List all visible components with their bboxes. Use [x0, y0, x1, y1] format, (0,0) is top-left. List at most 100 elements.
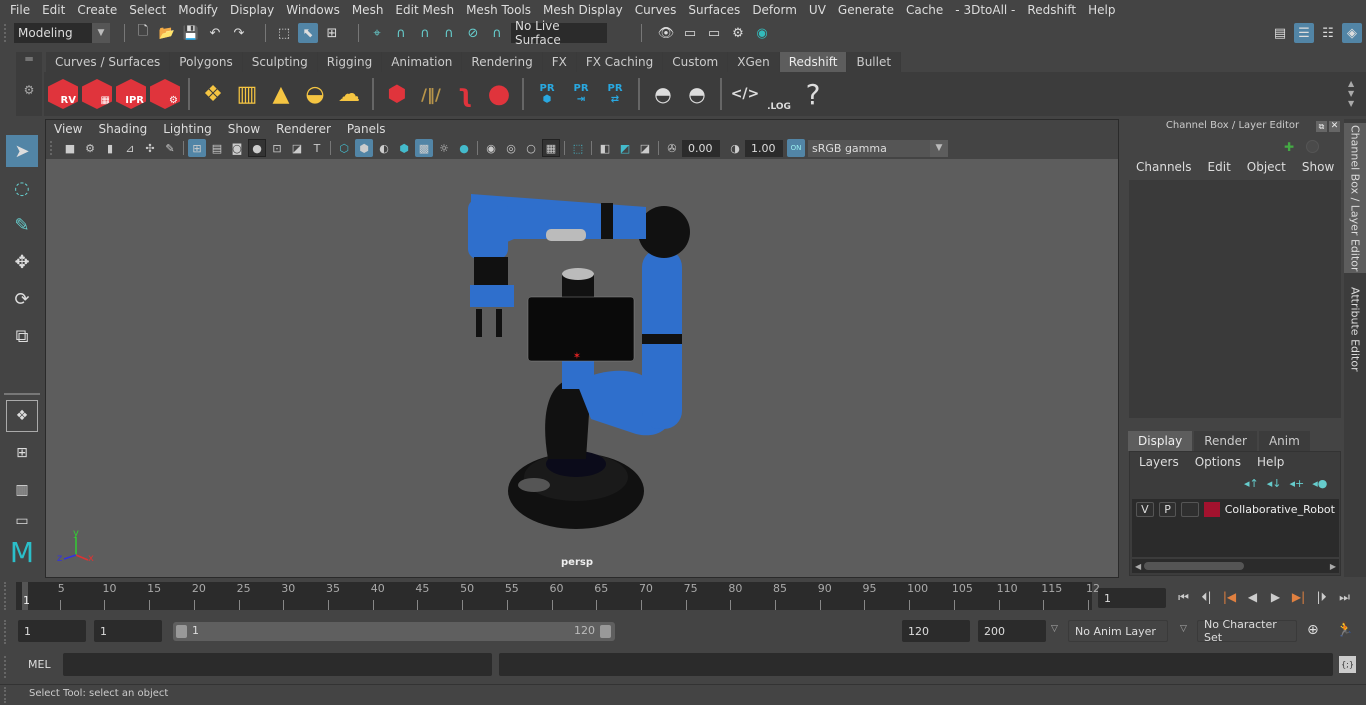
- depth-of-field-icon[interactable]: ▦: [542, 139, 560, 157]
- animation-prefs-icon[interactable]: 🏃: [1336, 622, 1353, 638]
- shelf-tab-redshift[interactable]: Redshift: [779, 52, 848, 72]
- start-time-field[interactable]: 1: [18, 620, 86, 642]
- step-back-frame-button[interactable]: ⏴|: [1195, 588, 1218, 606]
- menu-3dtoall[interactable]: - 3DtoAll -: [949, 3, 1021, 17]
- rs-script-button[interactable]: </>: [729, 76, 761, 112]
- layer-tab-render[interactable]: Render: [1194, 431, 1257, 451]
- rs-proxy-button[interactable]: ⬢: [381, 76, 413, 112]
- render-settings-icon[interactable]: ⚙: [728, 23, 748, 43]
- layer-playback-toggle[interactable]: P: [1158, 502, 1177, 517]
- paint-select-tool-button[interactable]: ✎: [6, 209, 38, 241]
- select-object-icon[interactable]: ⬉: [298, 23, 318, 43]
- menu-help[interactable]: Help: [1082, 3, 1121, 17]
- shelf-tab-fx[interactable]: FX: [542, 52, 577, 72]
- layer-visibility-toggle[interactable]: V: [1136, 502, 1154, 517]
- layer-name[interactable]: Collaborative_Robot: [1225, 503, 1335, 516]
- shelf-scroll-arrows[interactable]: ▲ ▼ ▼: [1348, 79, 1360, 109]
- move-layer-up-icon[interactable]: ◂↑: [1244, 477, 1259, 490]
- camera-select-icon[interactable]: ■: [61, 139, 79, 157]
- scroll-right-icon[interactable]: ▶: [1330, 562, 1336, 571]
- shelf-tab-polygons[interactable]: Polygons: [170, 52, 243, 72]
- shelf-settings-icon[interactable]: ⚙: [16, 72, 42, 108]
- side-tab-channel-box[interactable]: Channel Box / Layer Editor: [1344, 123, 1366, 273]
- rotate-tool-button[interactable]: ⟳: [6, 283, 38, 315]
- scale-tool-button[interactable]: ⧉: [6, 320, 38, 352]
- current-frame-field[interactable]: 1: [1098, 588, 1166, 608]
- range-end-handle[interactable]: [600, 625, 611, 638]
- script-editor-icon[interactable]: {;}: [1339, 656, 1356, 673]
- grip-handle[interactable]: [4, 656, 12, 678]
- menu-mesh[interactable]: Mesh: [346, 3, 390, 17]
- use-all-lights-icon[interactable]: ☼: [435, 139, 453, 157]
- shelf-tab-rendering[interactable]: Rendering: [462, 52, 543, 72]
- anim-layer-chevron-icon[interactable]: ▽: [1051, 624, 1058, 634]
- wireframe-icon[interactable]: ⬡: [335, 139, 353, 157]
- shelf-tab-animation[interactable]: Animation: [382, 52, 463, 72]
- rs-dome-light-button[interactable]: ◒: [299, 76, 331, 112]
- scroll-left-icon[interactable]: ◀: [1135, 562, 1141, 571]
- layer-tab-anim[interactable]: Anim: [1258, 431, 1310, 451]
- grip-handle[interactable]: [4, 582, 12, 610]
- select-component-icon[interactable]: ⊞: [322, 23, 342, 43]
- rs-pr-convert-button[interactable]: PR ⇄: [599, 76, 631, 112]
- image-plane-icon[interactable]: ⊿: [121, 139, 139, 157]
- rs-sun-sky-button[interactable]: ☁: [333, 76, 365, 112]
- render-view-icon[interactable]: 👁: [656, 23, 676, 43]
- single-view-layout-button[interactable]: ❖: [6, 400, 38, 432]
- mode-dropdown[interactable]: Modeling ▼: [14, 23, 110, 43]
- step-forward-frame-button[interactable]: |⏵: [1310, 588, 1333, 606]
- cb-menu-channels[interactable]: Channels: [1128, 160, 1200, 174]
- end-time-field[interactable]: 200: [978, 620, 1046, 642]
- rs-help-button[interactable]: ?: [797, 76, 829, 112]
- safe-title-icon[interactable]: T: [308, 139, 326, 157]
- rs-pr-export-button[interactable]: PR ⇥: [565, 76, 597, 112]
- command-input[interactable]: [63, 653, 492, 676]
- rs-batch-render-button[interactable]: ▦: [81, 76, 113, 112]
- layer-scrollbar[interactable]: ◀ ▶: [1132, 559, 1339, 573]
- rs-hair-button[interactable]: /‖/: [415, 76, 447, 112]
- safe-action-icon[interactable]: ◪: [288, 139, 306, 157]
- attribute-editor-toggle-icon[interactable]: ☰: [1294, 23, 1314, 43]
- resolution-gate-icon[interactable]: ◙: [228, 139, 246, 157]
- menu-deform[interactable]: Deform: [746, 3, 803, 17]
- layer-display-type-toggle[interactable]: [1181, 502, 1200, 517]
- time-slider[interactable]: 1 5 10 15 20 25 30 35 40 45 50 55 60 65 70 75 80 85 90 95 1…: [16, 582, 1100, 610]
- grease-pencil-icon[interactable]: ✎: [161, 139, 179, 157]
- grip-handle[interactable]: [4, 24, 10, 42]
- save-scene-icon[interactable]: 💾: [181, 23, 201, 43]
- outliner-layout-button[interactable]: ▥: [6, 474, 38, 506]
- cb-menu-object[interactable]: Object: [1239, 160, 1294, 174]
- exposure-icon[interactable]: ✇: [663, 139, 681, 157]
- render-current-icon[interactable]: ▭: [680, 23, 700, 43]
- redo-icon[interactable]: ↷: [229, 23, 249, 43]
- color-management-toggle[interactable]: ON: [787, 139, 805, 157]
- camera-attributes-icon[interactable]: ⚙: [81, 139, 99, 157]
- xray-active-icon[interactable]: ◪: [636, 139, 654, 157]
- manipulator-axis-icon[interactable]: ✚: [1284, 140, 1294, 154]
- wireframe-on-shaded-icon[interactable]: ⬢: [395, 139, 413, 157]
- select-hierarchy-icon[interactable]: ⬚: [274, 23, 294, 43]
- menu-mesh-tools[interactable]: Mesh Tools: [460, 3, 537, 17]
- playback-end-field[interactable]: 120: [902, 620, 970, 642]
- menu-modify[interactable]: Modify: [172, 3, 224, 17]
- close-icon[interactable]: ✕: [1329, 121, 1340, 132]
- smooth-shade-icon[interactable]: ⬢: [355, 139, 373, 157]
- robot-model[interactable]: ✶: [46, 159, 1118, 577]
- menu-redshift[interactable]: Redshift: [1021, 3, 1082, 17]
- ipr-render-icon[interactable]: ▭: [704, 23, 724, 43]
- layer-menu-options[interactable]: Options: [1187, 455, 1249, 469]
- menu-cache[interactable]: Cache: [900, 3, 949, 17]
- menu-edit-mesh[interactable]: Edit Mesh: [389, 3, 460, 17]
- range-start-handle[interactable]: [176, 625, 187, 638]
- layer-tab-display[interactable]: Display: [1128, 431, 1193, 451]
- rs-ipr-button[interactable]: IPR: [115, 76, 147, 112]
- xray-joints-icon[interactable]: ◩: [616, 139, 634, 157]
- gamma-icon[interactable]: ◑: [726, 139, 744, 157]
- textured-icon[interactable]: ▩: [415, 139, 433, 157]
- shelf-tab-xgen[interactable]: XGen: [728, 52, 780, 72]
- channel-box-toggle-icon[interactable]: ◈: [1342, 23, 1362, 43]
- menu-windows[interactable]: Windows: [280, 3, 346, 17]
- rs-pr-create-button[interactable]: PR ⬢: [531, 76, 563, 112]
- cb-menu-edit[interactable]: Edit: [1200, 160, 1239, 174]
- view-transform-dropdown[interactable]: sRGB gamma ▼: [808, 139, 948, 157]
